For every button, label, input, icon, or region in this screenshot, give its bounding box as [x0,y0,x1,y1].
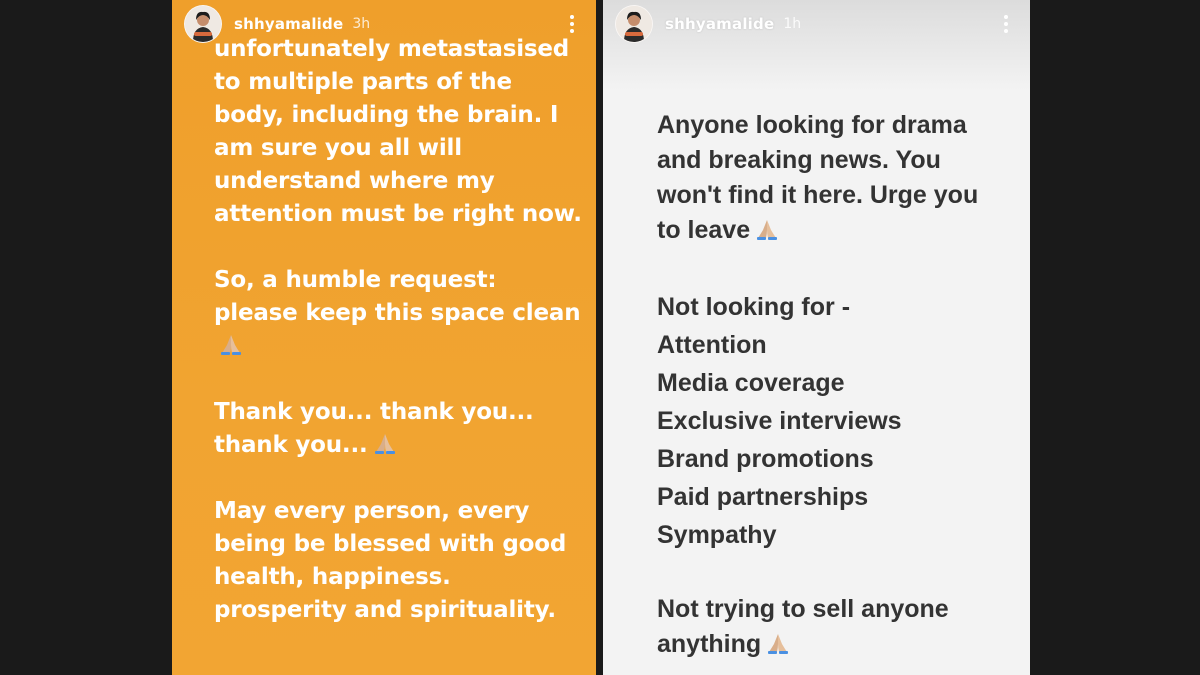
profile-avatar[interactable] [615,5,653,43]
avatar-icon [616,6,652,42]
profile-avatar[interactable] [184,5,222,43]
folded-hands-icon [218,332,244,355]
post-timestamp: 1h [783,16,802,32]
list-item: Attention [657,331,767,359]
list-item: Sympathy [657,521,777,549]
story-intro: Anyone looking for drama and breaking ne… [657,111,979,244]
story-paragraph: unfortunately metastasised to multiple p… [214,36,582,227]
story-text: unfortunately metastasised to multiple p… [214,33,584,627]
story-paragraph: So, a humble request: please keep this s… [214,264,584,363]
story-left[interactable]: shhyamalide 3h unfortunately metastasise… [172,0,596,675]
more-options-icon[interactable] [562,10,582,38]
list-heading: Not looking for - [657,293,851,321]
story-closing: Not trying to sell anyone anything [657,595,949,658]
list-item: Exclusive interviews [657,407,902,435]
post-timestamp: 3h [352,16,371,32]
folded-hands-icon [765,629,791,654]
avatar-icon [185,6,221,42]
story-viewer: shhyamalide 3h unfortunately metastasise… [0,0,1200,675]
more-options-icon[interactable] [996,10,1016,38]
list-item: Brand promotions [657,445,874,473]
list-item: Paid partnerships [657,483,869,511]
story-text: Anyone looking for drama and breaking ne… [657,108,1007,662]
story-right[interactable]: shhyamalide 1h Anyone looking for drama … [603,0,1030,675]
folded-hands-icon [372,431,398,454]
story-paragraph: May every person, every being be blessed… [214,498,567,623]
story-header: shhyamalide 3h [184,5,582,43]
folded-hands-icon [754,215,780,240]
username[interactable]: shhyamalide [234,15,343,33]
story-paragraph: Thank you... thank you... thank you... [214,399,534,458]
not-looking-for-list: Attention Media coverage Exclusive inter… [657,326,1007,554]
story-header: shhyamalide 1h [615,5,1016,43]
list-item: Media coverage [657,369,845,397]
username[interactable]: shhyamalide [665,15,774,33]
